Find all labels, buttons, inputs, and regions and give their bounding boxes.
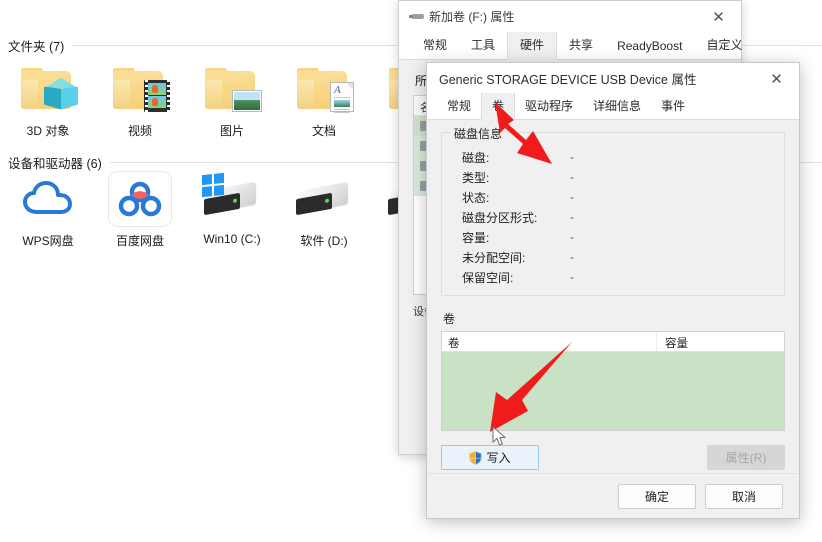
- baidu-netdisk-icon: [109, 172, 171, 226]
- volumes-table[interactable]: 卷 容量: [441, 331, 785, 431]
- info-key: 未分配空间:: [462, 250, 526, 265]
- info-key: 保留空间:: [462, 270, 514, 285]
- drive-item-baidu-netdisk[interactable]: 百度网盘: [94, 172, 186, 249]
- drive-label: WPS网盘: [22, 234, 74, 248]
- folder-item-3d-objects[interactable]: 3D 对象: [2, 62, 94, 139]
- folder-3dobjects-icon: [17, 62, 79, 116]
- tab-events[interactable]: 事件: [651, 92, 695, 119]
- window2-content: 磁盘信息 磁盘: - 类型: - 状态: - 磁盘分区形式: - 容量: - 未…: [427, 120, 799, 470]
- folder-documents-icon: A: [293, 62, 355, 116]
- device-properties-window: Generic STORAGE DEVICE USB Device 属性 ✕ 常…: [426, 62, 800, 519]
- folder-label: 3D 对象: [26, 124, 70, 138]
- ok-button[interactable]: 确定: [618, 483, 696, 509]
- tab-sharing[interactable]: 共享: [557, 31, 605, 59]
- info-row-disk: 磁盘: -: [452, 147, 774, 167]
- window2-title: Generic STORAGE DEVICE USB Device 属性: [439, 72, 697, 87]
- folder-label: 图片: [219, 124, 244, 138]
- disk-information-legend: 磁盘信息: [450, 125, 507, 142]
- tab-readyboost[interactable]: ReadyBoost: [605, 34, 694, 59]
- folder-item-documents[interactable]: A 文档: [278, 62, 370, 139]
- info-row-reserved: 保留空间: -: [452, 267, 774, 287]
- populate-button-label: 写入: [486, 451, 511, 465]
- folder-label: 文档: [311, 124, 336, 138]
- volumes-table-header: 卷 容量: [442, 332, 784, 352]
- info-value: -: [570, 150, 574, 164]
- info-value: -: [570, 210, 574, 224]
- section-header-folders-label: 文件夹 (7): [8, 40, 65, 54]
- volume-properties-button[interactable]: 属性(R): [707, 445, 785, 470]
- info-value: -: [570, 250, 574, 264]
- hard-drive-icon: [293, 172, 355, 226]
- info-key: 磁盘分区形式:: [462, 210, 538, 225]
- disk-information-group: 磁盘信息 磁盘: - 类型: - 状态: - 磁盘分区形式: - 容量: - 未…: [441, 125, 785, 296]
- info-value: -: [570, 230, 574, 244]
- window1-titlebar[interactable]: 新加卷 (F:) 属性 ✕: [399, 1, 741, 32]
- tab-hardware[interactable]: 硬件: [507, 30, 558, 60]
- info-key: 容量:: [462, 230, 490, 245]
- tab-volumes[interactable]: 卷: [481, 91, 516, 120]
- hard-drive-windows-icon: [201, 172, 263, 226]
- window2-titlebar[interactable]: Generic STORAGE DEVICE USB Device 属性 ✕: [427, 63, 799, 93]
- info-key: 类型:: [462, 170, 490, 185]
- drive-label: 百度网盘: [115, 234, 164, 248]
- info-row-capacity: 容量: -: [452, 227, 774, 247]
- folder-label: 视频: [127, 124, 152, 138]
- folder-pictures-icon: [201, 62, 263, 116]
- window2-tabs: 常规 卷 驱动程序 详细信息 事件: [427, 91, 799, 120]
- info-value: -: [570, 170, 574, 184]
- info-value: -: [570, 270, 574, 284]
- info-key: 磁盘:: [462, 150, 490, 165]
- drive-item-wps-cloud[interactable]: WPS网盘: [2, 172, 94, 249]
- cancel-button[interactable]: 取消: [705, 483, 783, 509]
- drives-grid: WPS网盘 百度网盘 Win10 (C:) 软件 (D:): [2, 172, 462, 249]
- tab-details[interactable]: 详细信息: [583, 92, 651, 119]
- tab-general[interactable]: 常规: [437, 92, 481, 119]
- info-row-type: 类型: -: [452, 167, 774, 187]
- folder-videos-icon: [109, 62, 171, 116]
- drive-label: Win10 (C:): [203, 232, 261, 246]
- volumes-label: 卷: [443, 312, 456, 326]
- drive-item-software-d[interactable]: 软件 (D:): [278, 172, 370, 249]
- drive-label: 软件 (D:): [300, 234, 348, 248]
- info-value: -: [570, 190, 574, 204]
- screenshot-root: 文件夹 (7) 3D 对象 视频 图片 A 文档 设备和驱动器 (6) WPS网…: [0, 0, 822, 542]
- column-header-capacity[interactable]: 容量: [657, 332, 784, 351]
- close-icon[interactable]: ✕: [696, 1, 741, 32]
- section-header-devices-label: 设备和驱动器 (6): [8, 157, 102, 171]
- window1-title: 新加卷 (F:) 属性: [429, 10, 515, 24]
- tab-customize[interactable]: 自定义: [694, 31, 754, 59]
- close-icon[interactable]: ✕: [754, 63, 799, 94]
- window2-footer: 确定 取消: [427, 473, 799, 518]
- info-row-unallocated: 未分配空间: -: [452, 247, 774, 267]
- tab-tools[interactable]: 工具: [459, 31, 507, 59]
- info-key: 状态:: [462, 190, 490, 205]
- wps-cloud-icon: [17, 172, 79, 226]
- window1-tabs: 常规 工具 硬件 共享 ReadyBoost 自定义: [399, 30, 742, 60]
- folder-item-videos[interactable]: 视频: [94, 62, 186, 139]
- tab-general[interactable]: 常规: [411, 31, 459, 59]
- column-header-volume[interactable]: 卷: [442, 332, 657, 351]
- folder-item-pictures[interactable]: 图片: [186, 62, 278, 139]
- tab-driver[interactable]: 驱动程序: [515, 92, 583, 119]
- volumes-table-body[interactable]: [442, 352, 784, 430]
- uac-shield-icon: [469, 450, 483, 465]
- usb-drive-icon: [409, 12, 425, 21]
- window2-action-row: 写入 属性(R): [441, 445, 785, 470]
- info-row-partition-style: 磁盘分区形式: -: [452, 207, 774, 227]
- info-row-status: 状态: -: [452, 187, 774, 207]
- drive-item-win10-c[interactable]: Win10 (C:): [186, 172, 278, 249]
- populate-button[interactable]: 写入: [441, 445, 539, 470]
- folders-grid: 3D 对象 视频 图片 A 文档: [2, 62, 462, 139]
